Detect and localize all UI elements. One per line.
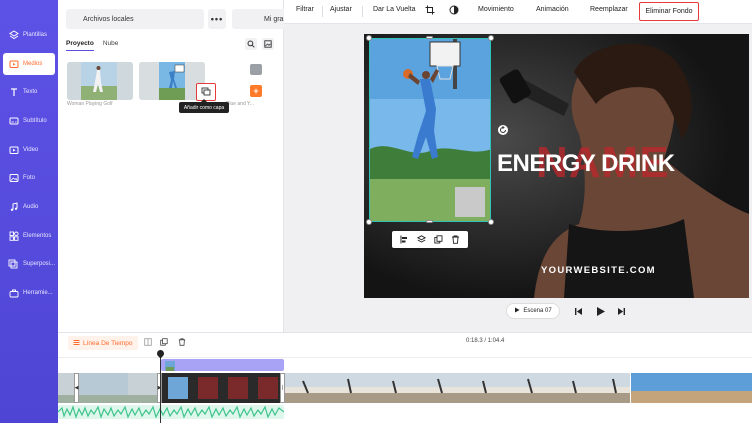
resize-handle-bottom-right[interactable] [488,219,494,225]
tool-filtrar[interactable]: Filtrar [296,6,314,13]
duplicate-icon[interactable] [434,231,443,249]
nav-label: Elementos [23,233,52,239]
overlay-clip-thumbnail [165,361,175,371]
timeline-panel: Línea De Tiempo 0:18.3 / 1:04.4 ◀ | [58,332,752,423]
more-button[interactable]: ••• [208,9,226,29]
next-scene-icon[interactable] [615,305,627,317]
layers-order-icon[interactable] [416,231,427,249]
nav-label: Audio [23,204,39,210]
layer-floating-toolbar [392,231,468,248]
video-icon [8,145,19,156]
resize-handle-top-left[interactable] [366,35,372,41]
tab-proyecto[interactable]: Proyecto [66,40,94,51]
resize-handle-top-right[interactable] [488,35,494,41]
crop-icon[interactable] [425,5,435,17]
tool-animacion[interactable]: Animación [536,6,569,13]
timeline-icon [73,339,80,348]
toolbar-divider [322,6,323,17]
nav-label: Medios [23,61,43,67]
trash-icon[interactable] [451,231,460,249]
nav-item-elementos[interactable]: Elementos [3,225,55,247]
camera-icon [250,64,262,75]
music-icon [8,202,19,213]
nav-label: Foto [23,175,36,181]
nav-item-texto[interactable]: Texto [3,81,55,103]
rotate-icon[interactable] [498,125,508,135]
media-tabs: Proyecto Nube [66,40,118,51]
audio-waveform [58,405,284,419]
tool-movimiento[interactable]: Movimiento [478,6,514,13]
text-icon [8,87,19,98]
overlay-track-clip[interactable] [161,359,284,371]
basketball-overlay-image [370,39,490,221]
golf-thumbnail-image [67,62,133,100]
nav-item-foto[interactable]: Foto [3,167,55,189]
toolbar-divider [362,6,363,17]
editor-app: Plantillas Medios Texto Subtítulo Video … [0,0,752,423]
nav-item-medios[interactable]: Medios [3,53,55,75]
resize-handle-bottom-left[interactable] [366,219,372,225]
resize-handle-top[interactable] [426,36,433,39]
timeline-toggle[interactable]: Línea De Tiempo [68,336,138,350]
elements-icon [8,231,19,242]
nav-item-subtitulo[interactable]: Subtítulo [3,110,55,132]
clip-trim-handle-left[interactable]: ◀ [74,373,79,403]
clip-trim-handle-end[interactable]: | [280,373,285,403]
thumb-label: Woman Playing Golf [67,101,113,107]
nav-item-video[interactable]: Video [3,139,55,161]
nav-label: Subtítulo [23,118,47,124]
tab-nube[interactable]: Nube [103,40,119,51]
headline-text[interactable]: ENERGY DRINK [497,150,675,178]
scene-label: Escena 07 [523,308,552,314]
website-text[interactable]: YOURWEBSITE.COM [541,265,656,276]
nav-label: Superposi... [22,261,55,267]
left-nav: Plantillas Medios Texto Subtítulo Video … [0,0,58,423]
split-icon[interactable] [143,337,153,347]
previous-scene-icon[interactable] [572,305,584,317]
overlay-icon [8,259,19,270]
local-files-label: Archivos locales [83,15,134,23]
thumb-label: Blue and Y... [226,101,254,107]
media-thumb-golf[interactable] [67,62,133,100]
remove-background-button[interactable]: Eliminar Fondo [639,2,699,21]
play-icon[interactable] [594,305,606,317]
copy-icon[interactable] [159,337,169,347]
add-media-button[interactable]: + [250,85,262,97]
color-adjust-icon[interactable] [449,5,459,17]
nav-label: Video [23,147,39,153]
nav-item-superposiciones[interactable]: Superposi... [3,253,55,275]
search-icon[interactable] [245,38,257,50]
media-panel: Archivos locales ••• Mi grabación Proyec… [58,0,336,332]
tool-reemplazar[interactable]: Reemplazar [590,6,628,13]
nav-label: Plantillas [23,32,48,38]
resize-handle-bottom[interactable] [426,220,433,223]
nav-label: Herramie... [23,290,53,296]
scene-selector[interactable]: Escena 07 [506,303,560,319]
play-small-icon [514,307,520,315]
timeline-label: Línea De Tiempo [83,339,133,347]
toolbox-icon [8,288,19,299]
local-files-button[interactable]: Archivos locales [66,9,204,29]
video-track[interactable]: ◀ ▶ | [58,373,752,403]
tool-ajustar[interactable]: Ajustar [330,6,352,13]
nav-item-herramientas[interactable]: Herramie... [3,282,55,304]
layers-icon [8,30,19,41]
video-clips-strip [58,373,752,403]
nav-item-audio[interactable]: Audio [3,196,55,218]
subtitle-icon [8,116,19,127]
image-filter-icon[interactable] [262,38,274,50]
add-as-layer-tooltip: Añadir como capa [179,99,229,113]
playhead[interactable] [160,350,161,423]
align-icon[interactable] [400,231,409,249]
top-toolbar: Filtrar Ajustar Dar La Vuelta Movimiento… [284,0,752,24]
timecode: 0:18.3 / 1:04.4 [466,338,505,344]
nav-label: Texto [23,89,38,95]
tool-dar-la-vuelta[interactable]: Dar La Vuelta [373,6,416,13]
audio-track[interactable] [58,405,284,419]
selected-overlay-layer[interactable] [369,38,491,222]
folder-icon [8,59,19,70]
photo-icon [8,173,19,184]
delete-icon[interactable] [177,337,187,347]
nav-item-plantillas[interactable]: Plantillas [3,24,55,46]
